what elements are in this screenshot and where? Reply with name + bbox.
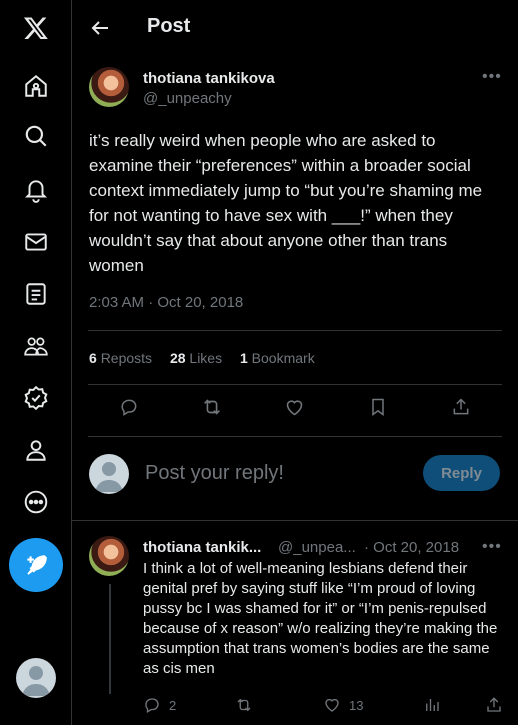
page-title: Post [147, 15, 191, 37]
reply-icon [145, 698, 159, 713]
reply-icon[interactable] [118, 396, 140, 418]
share-icon [487, 697, 501, 712]
reply-button[interactable]: Reply [423, 455, 500, 491]
account-avatar[interactable] [16, 658, 56, 698]
author-avatar[interactable] [89, 67, 129, 107]
reply-input[interactable]: Post your reply! [145, 462, 284, 485]
reply-composer: Post your reply! Reply [72, 446, 518, 510]
post-more-icon[interactable]: ••• [482, 68, 502, 86]
profile-icon[interactable] [16, 430, 56, 470]
post-timestamp[interactable]: 2:03 AM · Oct 20, 2018 [89, 294, 243, 311]
reply-date[interactable]: · Oct 20, 2018 [364, 539, 459, 556]
reply-more-icon[interactable]: ••• [482, 538, 502, 556]
divider [88, 384, 502, 385]
x-logo-icon[interactable] [16, 8, 56, 48]
views-icon [426, 699, 439, 711]
post-text: it’s really weird when people who are as… [89, 131, 483, 275]
search-icon[interactable] [16, 116, 56, 156]
post-stats: 6 Reposts 28 Likes 1 Bookmark [89, 350, 329, 366]
more-icon[interactable] [16, 482, 56, 522]
lists-icon[interactable] [16, 274, 56, 314]
communities-icon[interactable] [16, 326, 56, 366]
thread-line [109, 584, 111, 694]
reply-count: 2 [169, 697, 177, 713]
reply-views-button[interactable] [423, 696, 449, 714]
reply-repost-button[interactable] [235, 696, 261, 714]
like-icon[interactable] [284, 396, 306, 418]
likes-stat[interactable]: 28 Likes [170, 350, 222, 366]
reply-author-handle[interactable]: @_unpea... [278, 539, 356, 556]
reply-author-avatar[interactable] [89, 536, 129, 576]
author-handle[interactable]: @_unpeachy [143, 90, 232, 107]
reposts-stat[interactable]: 6 Reposts [89, 350, 152, 366]
like-count: 13 [349, 697, 364, 713]
compose-icon [27, 555, 47, 575]
repost-icon[interactable] [201, 396, 223, 418]
reply-author-name[interactable]: thotiana tankik... [143, 539, 261, 556]
divider [72, 520, 518, 521]
notifications-icon[interactable] [16, 170, 56, 210]
bookmarks-stat[interactable]: 1 Bookmark [240, 350, 315, 366]
main-column: Post thotiana tankikova @_unpeachy ••• i… [72, 0, 518, 725]
reply-actions: 2 13 [143, 696, 503, 716]
compose-post-button[interactable] [9, 538, 63, 592]
reply-reply-button[interactable]: 2 [143, 696, 176, 714]
share-icon[interactable] [450, 396, 472, 418]
like-icon [325, 698, 339, 712]
bookmark-icon[interactable] [367, 396, 389, 418]
messages-icon[interactable] [16, 222, 56, 262]
composer-avatar [89, 454, 129, 494]
reply-text: I think a lot of well-meaning lesbians d… [143, 560, 498, 677]
sidebar-nav [0, 0, 72, 725]
author-name[interactable]: thotiana tankikova [143, 70, 275, 87]
home-icon[interactable] [16, 66, 56, 106]
divider [88, 330, 502, 331]
repost-icon [237, 698, 251, 712]
post-actions [88, 396, 502, 424]
page-header: Post [72, 0, 518, 56]
reply-share-button[interactable] [485, 696, 511, 714]
verified-icon[interactable] [16, 378, 56, 418]
divider [88, 436, 502, 437]
reply-like-button[interactable]: 13 [323, 696, 363, 714]
back-arrow-icon[interactable] [88, 16, 112, 40]
